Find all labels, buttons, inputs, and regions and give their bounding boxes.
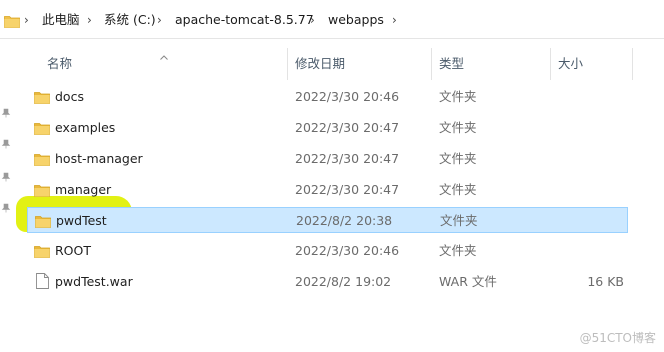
list-item[interactable]: ROOT 2022/3/30 20:46 文件夹 xyxy=(27,238,628,264)
breadcrumb-item-webapps[interactable]: webapps xyxy=(328,12,384,28)
pin-icon[interactable] xyxy=(1,198,11,217)
file-modified: 2022/3/30 20:46 xyxy=(295,243,400,258)
navigation-pane-edge xyxy=(0,39,14,352)
file-name: pwdTest.war xyxy=(55,274,133,289)
list-item[interactable]: examples 2022/3/30 20:47 文件夹 xyxy=(27,115,628,141)
file-modified: 2022/3/30 20:46 xyxy=(295,89,400,104)
folder-icon xyxy=(34,182,50,201)
file-name: pwdTest xyxy=(56,213,107,228)
list-item[interactable]: host-manager 2022/3/30 20:47 文件夹 xyxy=(27,146,628,172)
column-header-type[interactable]: 类型 xyxy=(439,48,464,80)
file-name: docs xyxy=(55,89,84,104)
folder-icon xyxy=(4,13,20,32)
sort-ascending-icon xyxy=(160,45,168,64)
column-header-modified[interactable]: 修改日期 xyxy=(295,48,345,80)
folder-icon xyxy=(35,213,51,232)
breadcrumb-item-this-pc[interactable]: 此电脑 xyxy=(42,12,80,28)
pin-icon[interactable] xyxy=(1,134,11,153)
file-name: manager xyxy=(55,182,112,197)
file-type: 文件夹 xyxy=(439,151,477,166)
list-item[interactable]: docs 2022/3/30 20:46 文件夹 xyxy=(27,84,628,110)
file-type: 文件夹 xyxy=(439,120,477,135)
list-item[interactable]: manager 2022/3/30 20:47 文件夹 xyxy=(27,177,628,203)
address-bar[interactable]: › 此电脑 › 系统 (C:) › apache-tomcat-8.5.77 ›… xyxy=(0,0,664,39)
file-modified: 2022/3/30 20:47 xyxy=(295,182,400,197)
watermark: @51CTO博客 xyxy=(579,331,656,345)
folder-icon xyxy=(34,243,50,262)
file-icon xyxy=(36,273,49,293)
breadcrumb-item-tomcat[interactable]: apache-tomcat-8.5.77 xyxy=(175,12,314,28)
chevron-right-icon[interactable]: › xyxy=(310,12,315,28)
column-divider[interactable] xyxy=(431,48,432,80)
chevron-right-icon[interactable]: › xyxy=(392,12,397,28)
folder-icon xyxy=(34,89,50,108)
chevron-right-icon[interactable]: › xyxy=(24,12,29,28)
file-modified: 2022/8/2 19:02 xyxy=(295,274,392,289)
column-header-name[interactable]: 名称 xyxy=(47,48,72,80)
file-type: 文件夹 xyxy=(440,213,478,228)
file-type: WAR 文件 xyxy=(439,274,497,289)
list-item[interactable]: pwdTest 2022/8/2 20:38 文件夹 xyxy=(27,207,628,233)
file-modified: 2022/3/30 20:47 xyxy=(295,120,400,135)
chevron-right-icon[interactable]: › xyxy=(157,12,162,28)
file-type: 文件夹 xyxy=(439,243,477,258)
list-item[interactable]: pwdTest.war 2022/8/2 19:02 WAR 文件 16 KB xyxy=(27,269,628,295)
file-name: host-manager xyxy=(55,151,143,166)
file-name: examples xyxy=(55,120,116,135)
file-type: 文件夹 xyxy=(439,182,477,197)
folder-icon xyxy=(34,151,50,170)
column-divider[interactable] xyxy=(632,48,633,80)
column-header-size[interactable]: 大小 xyxy=(558,48,583,80)
folder-icon xyxy=(34,120,50,139)
column-divider[interactable] xyxy=(287,48,288,80)
file-modified: 2022/8/2 20:38 xyxy=(296,213,393,228)
pin-icon[interactable] xyxy=(1,103,11,122)
file-size: 16 KB xyxy=(587,274,624,289)
file-modified: 2022/3/30 20:47 xyxy=(295,151,400,166)
column-divider[interactable] xyxy=(550,48,551,80)
file-name: ROOT xyxy=(55,243,91,258)
file-type: 文件夹 xyxy=(439,89,477,104)
breadcrumb-item-system-drive[interactable]: 系统 (C:) xyxy=(104,12,156,28)
pin-icon[interactable] xyxy=(1,167,11,186)
chevron-right-icon[interactable]: › xyxy=(87,12,92,28)
